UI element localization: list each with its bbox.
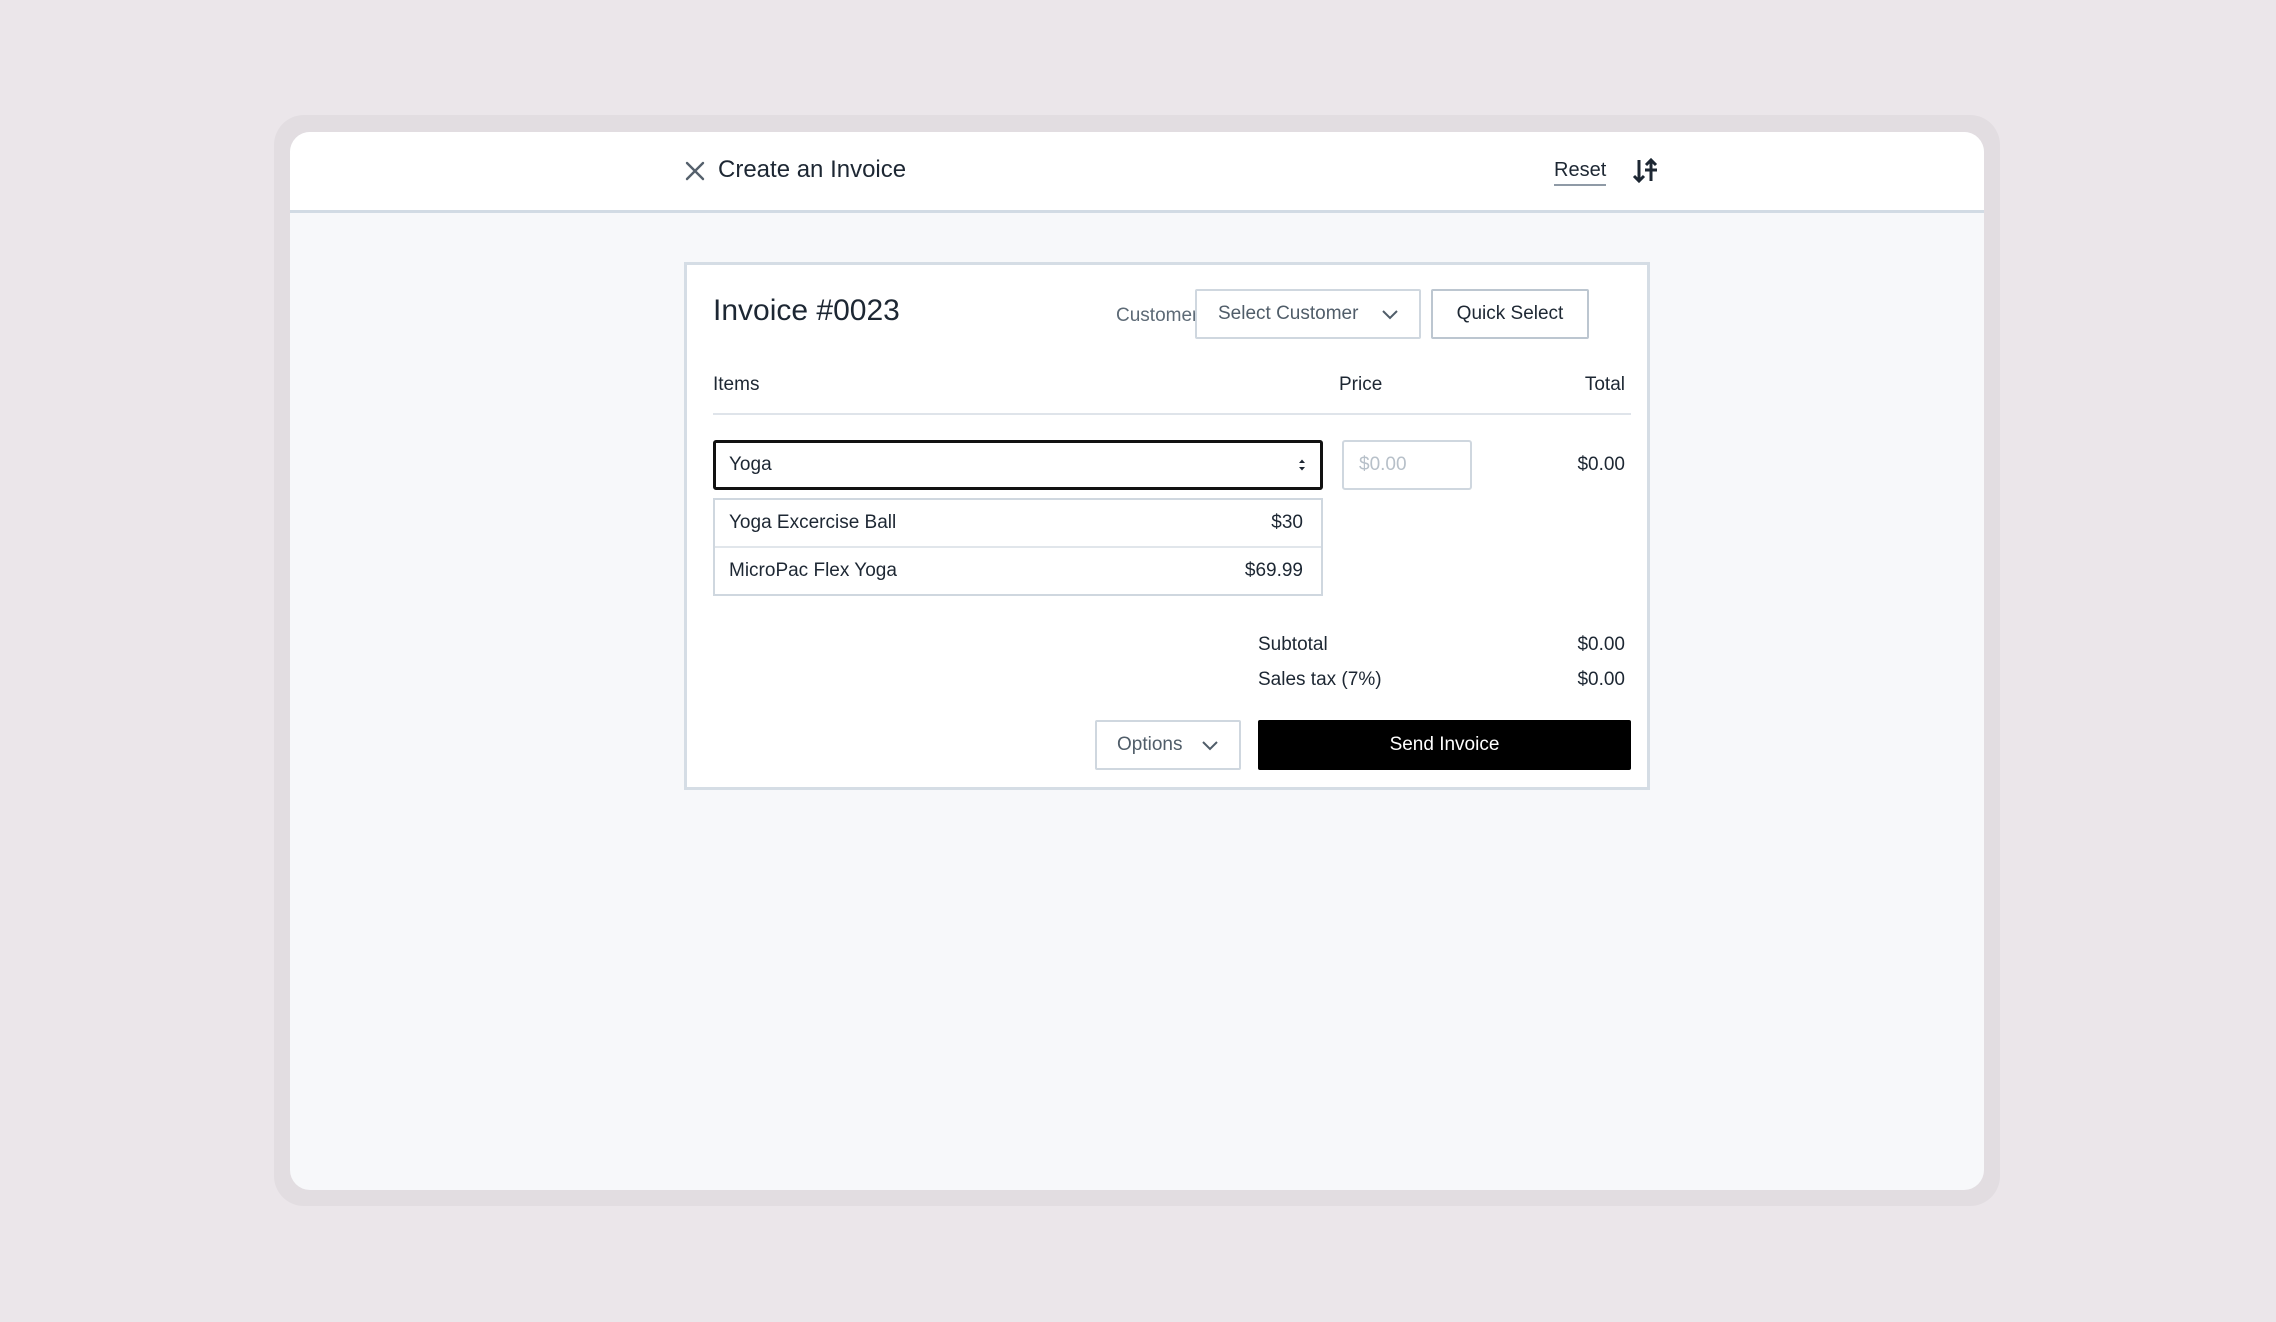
customer-label: Customer: xyxy=(1116,305,1204,326)
header-divider xyxy=(713,413,1631,415)
options-dropdown-button[interactable]: Options xyxy=(1095,720,1241,770)
column-header-total: Total xyxy=(1584,374,1625,395)
invoice-card: Invoice #0023 Customer: Select Customer … xyxy=(684,262,1650,790)
price-input[interactable] xyxy=(1342,440,1472,490)
suggestion-price: $30 xyxy=(1271,512,1303,533)
top-bar: Create an Invoice Reset xyxy=(290,132,1984,213)
chevron-down-icon xyxy=(1202,741,1218,751)
sort-icon[interactable] xyxy=(1632,156,1658,184)
item-suggestions-list: Yoga Excercise Ball $30 MicroPac Flex Yo… xyxy=(713,498,1323,596)
select-customer-dropdown[interactable]: Select Customer xyxy=(1195,289,1421,339)
page-title: Create an Invoice xyxy=(718,156,907,183)
suggestion-name: Yoga Excercise Ball xyxy=(729,512,897,533)
select-customer-label: Select Customer xyxy=(1218,303,1359,324)
options-label: Options xyxy=(1117,734,1183,755)
reset-link[interactable]: Reset xyxy=(1554,156,1607,186)
item-search-select[interactable]: Yoga xyxy=(713,440,1323,490)
column-header-price: Price xyxy=(1339,374,1383,395)
row-total: $0.00 xyxy=(1577,454,1625,475)
item-search-value: Yoga xyxy=(729,454,772,475)
subtotal-value: $0.00 xyxy=(1577,634,1625,655)
chevron-down-icon xyxy=(1382,310,1398,320)
subtotal-label: Subtotal xyxy=(1258,634,1328,655)
suggestion-name: MicroPac Flex Yoga xyxy=(729,560,897,581)
column-header-items: Items xyxy=(713,374,760,395)
app-window: Create an Invoice Reset Invoice #0023 Cu… xyxy=(290,132,1984,1190)
suggestion-item[interactable]: Yoga Excercise Ball $30 xyxy=(715,500,1321,546)
sales-tax-label: Sales tax (7%) xyxy=(1258,669,1382,690)
close-icon[interactable] xyxy=(684,160,706,182)
suggestion-price: $69.99 xyxy=(1244,560,1303,581)
send-invoice-button[interactable]: Send Invoice xyxy=(1258,720,1631,770)
quick-select-button[interactable]: Quick Select xyxy=(1431,289,1589,339)
updown-arrows-icon xyxy=(1299,459,1305,471)
sales-tax-value: $0.00 xyxy=(1577,669,1625,690)
suggestion-item[interactable]: MicroPac Flex Yoga $69.99 xyxy=(715,546,1321,594)
invoice-title: Invoice #0023 xyxy=(713,294,900,327)
